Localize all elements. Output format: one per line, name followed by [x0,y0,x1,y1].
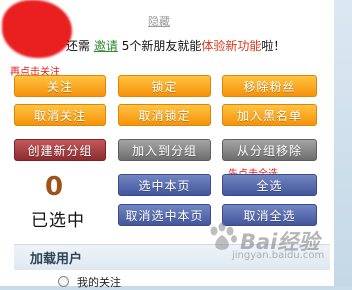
selected-count: 0 [45,172,64,202]
select-page-button[interactable]: 选中本页 [118,174,211,196]
remove-fans-button[interactable]: 移除粉丝 [222,75,317,97]
follow-button[interactable]: 关注 [14,75,106,97]
blacklist-button[interactable]: 加入黑名单 [222,104,317,126]
redaction-blob [2,0,72,58]
select-all-button[interactable]: 全选 [222,174,317,196]
invite-suffix: 啦！ [261,39,286,53]
watermark-url: jingyan.baidu.com [232,250,325,261]
my-follows-label[interactable]: 我的关注 [77,274,121,290]
add-to-group-button[interactable]: 加入到分组 [118,139,211,161]
right-scroll-area [334,0,352,286]
load-users-title: 加载用户 [30,252,83,267]
invite-feature: 体验新功能 [201,39,262,53]
invite-middle: 5个新朋友就能 [121,39,202,53]
selected-label: 已选中 [31,211,85,231]
unlock-button[interactable]: 取消锁定 [118,104,211,126]
hide-link[interactable]: 隐藏 [148,13,170,29]
my-follows-radio[interactable] [58,276,69,287]
invite-message: 还需 邀请 5个新朋友就能体验新功能啦！ [66,37,285,54]
create-group-button[interactable]: 创建新分组 [14,139,106,161]
lock-button[interactable]: 锁定 [118,75,211,97]
invite-link[interactable]: 邀请 [94,39,118,53]
unfollow-button[interactable]: 取消关注 [14,104,106,126]
remove-from-group-button[interactable]: 从分组移除 [222,139,317,161]
deselect-page-button[interactable]: 取消选中本页 [118,204,211,226]
invite-prefix: 还需 [66,39,91,53]
